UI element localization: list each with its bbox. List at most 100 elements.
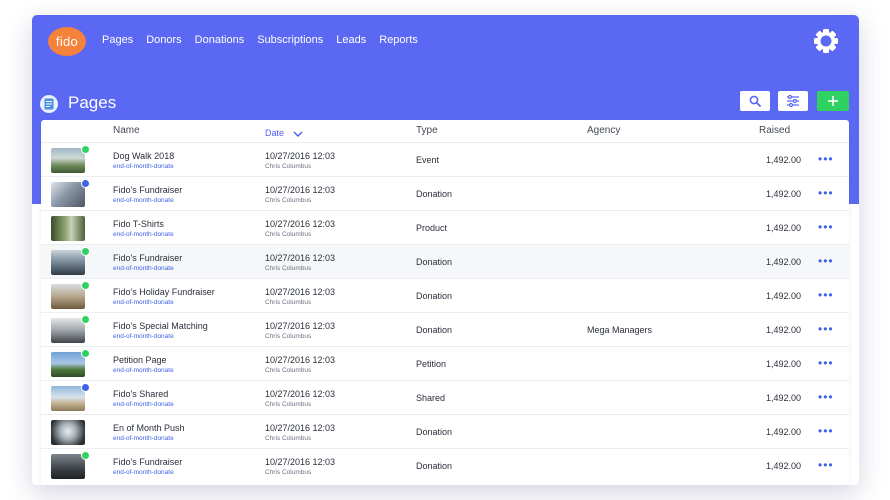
more-options-icon[interactable]: ••• xyxy=(818,152,834,166)
page-name[interactable]: Fido's Fundraiser xyxy=(113,185,182,195)
page-author: Chris Columbus xyxy=(265,265,312,272)
page-slug[interactable]: end-of-month-donate xyxy=(113,265,174,272)
page-type: Donation xyxy=(416,189,453,199)
page-raised: 1,492.00 xyxy=(765,359,801,369)
page-raised: 1,492.00 xyxy=(765,155,801,165)
filter-button[interactable] xyxy=(778,91,808,111)
table-row[interactable]: Fido's Fundraiser end-of-month-donate 10… xyxy=(41,244,849,279)
document-icon xyxy=(40,95,58,113)
page-name[interactable]: Petition Page xyxy=(113,355,167,365)
page-agency: Mega Managers xyxy=(587,325,653,335)
page-name[interactable]: En of Month Push xyxy=(113,423,185,433)
page-raised: 1,492.00 xyxy=(765,461,801,471)
status-dot xyxy=(81,383,90,392)
page-raised: 1,492.00 xyxy=(765,325,801,335)
page-author: Chris Columbus xyxy=(265,435,312,442)
page-slug[interactable]: end-of-month-donate xyxy=(113,435,174,442)
page-date: 10/27/2016 12:03 xyxy=(265,457,336,467)
page-author: Chris Columbus xyxy=(265,197,312,204)
page-thumbnail xyxy=(51,284,85,309)
table-row[interactable]: Dog Walk 2018 end-of-month-donate 10/27/… xyxy=(41,142,849,177)
nav-item-pages[interactable]: Pages xyxy=(102,34,133,46)
page-date: 10/27/2016 12:03 xyxy=(265,321,336,331)
more-options-icon[interactable]: ••• xyxy=(818,186,834,200)
search-icon xyxy=(749,95,761,107)
page-name[interactable]: Fido's Shared xyxy=(113,389,168,399)
more-options-icon[interactable]: ••• xyxy=(818,322,834,336)
page-thumbnail xyxy=(51,386,85,411)
column-header-type[interactable]: Type xyxy=(416,125,438,136)
page-name[interactable]: Fido's Holiday Fundraiser xyxy=(113,287,215,297)
search-button[interactable] xyxy=(740,91,770,111)
page-raised: 1,492.00 xyxy=(765,393,801,403)
table-row[interactable]: Petition Page end-of-month-donate 10/27/… xyxy=(41,346,849,381)
add-page-button[interactable] xyxy=(817,91,849,111)
more-options-icon[interactable]: ••• xyxy=(818,424,834,438)
page-author: Chris Columbus xyxy=(265,163,312,170)
more-options-icon[interactable]: ••• xyxy=(818,288,834,302)
page-slug[interactable]: end-of-month-donate xyxy=(113,401,174,408)
status-dot xyxy=(81,315,90,324)
gear-icon[interactable] xyxy=(812,27,840,55)
page-name[interactable]: Fido T-Shirts xyxy=(113,219,164,229)
page-author: Chris Columbus xyxy=(265,401,312,408)
page-type: Donation xyxy=(416,427,453,437)
table-row[interactable]: En of Month Push end-of-month-donate 10/… xyxy=(41,414,849,449)
app-window: fido Pages Donors Donations Subscription… xyxy=(32,15,859,485)
page-type: Donation xyxy=(416,257,453,267)
nav-item-subscriptions[interactable]: Subscriptions xyxy=(257,34,323,46)
page-raised: 1,492.00 xyxy=(765,223,801,233)
table-row[interactable]: Fido's Fundraiser end-of-month-donate 10… xyxy=(41,448,849,483)
table-row[interactable]: Fido T-Shirts end-of-month-donate 10/27/… xyxy=(41,210,849,245)
page-author: Chris Columbus xyxy=(265,367,312,374)
column-header-date[interactable]: Date xyxy=(265,128,303,138)
page-thumbnail xyxy=(51,352,85,377)
page-name[interactable]: Fido's Fundraiser xyxy=(113,253,182,263)
more-options-icon[interactable]: ••• xyxy=(818,458,834,472)
page-thumbnail xyxy=(51,318,85,343)
page-name[interactable]: Dog Walk 2018 xyxy=(113,151,174,161)
table-row[interactable]: Fido's Holiday Fundraiser end-of-month-d… xyxy=(41,278,849,313)
page-slug[interactable]: end-of-month-donate xyxy=(113,469,174,476)
more-options-icon[interactable]: ••• xyxy=(818,356,834,370)
nav-item-donors[interactable]: Donors xyxy=(146,34,181,46)
page-thumbnail xyxy=(51,216,85,241)
column-header-agency[interactable]: Agency xyxy=(587,125,620,136)
page-thumbnail xyxy=(51,182,85,207)
status-dot xyxy=(81,451,90,460)
fido-logo[interactable]: fido xyxy=(48,27,86,56)
table-row[interactable]: Fido's Shared end-of-month-donate 10/27/… xyxy=(41,380,849,415)
page-slug[interactable]: end-of-month-donate xyxy=(113,231,174,238)
page-date: 10/27/2016 12:03 xyxy=(265,287,336,297)
page-thumbnail xyxy=(51,148,85,173)
page-author: Chris Columbus xyxy=(265,299,312,306)
page-slug[interactable]: end-of-month-donate xyxy=(113,367,174,374)
page-slug[interactable]: end-of-month-donate xyxy=(113,197,174,204)
table-row[interactable]: Fido's Fundraiser end-of-month-donate 10… xyxy=(41,176,849,211)
page-raised: 1,492.00 xyxy=(765,257,801,267)
status-dot xyxy=(81,145,90,154)
page-author: Chris Columbus xyxy=(265,469,312,476)
page-slug[interactable]: end-of-month-donate xyxy=(113,333,174,340)
more-options-icon[interactable]: ••• xyxy=(818,254,834,268)
page-raised: 1,492.00 xyxy=(765,189,801,199)
sliders-icon xyxy=(787,95,799,107)
table-row[interactable]: Fido's Special Matching end-of-month-don… xyxy=(41,312,849,347)
page-slug[interactable]: end-of-month-donate xyxy=(113,163,174,170)
page-type: Event xyxy=(416,155,440,165)
plus-icon xyxy=(828,96,838,106)
page-type: Donation xyxy=(416,325,453,335)
page-name[interactable]: Fido's Fundraiser xyxy=(113,457,182,467)
more-options-icon[interactable]: ••• xyxy=(818,220,834,234)
page-type: Donation xyxy=(416,291,453,301)
page-date: 10/27/2016 12:03 xyxy=(265,389,336,399)
page-name[interactable]: Fido's Special Matching xyxy=(113,321,208,331)
nav-item-leads[interactable]: Leads xyxy=(336,34,366,46)
page-slug[interactable]: end-of-month-donate xyxy=(113,299,174,306)
column-header-raised[interactable]: Raised xyxy=(759,125,790,136)
more-options-icon[interactable]: ••• xyxy=(818,390,834,404)
page-thumbnail xyxy=(51,454,85,479)
nav-item-reports[interactable]: Reports xyxy=(379,34,418,46)
nav-item-donations[interactable]: Donations xyxy=(195,34,245,46)
column-header-name[interactable]: Name xyxy=(113,125,140,136)
